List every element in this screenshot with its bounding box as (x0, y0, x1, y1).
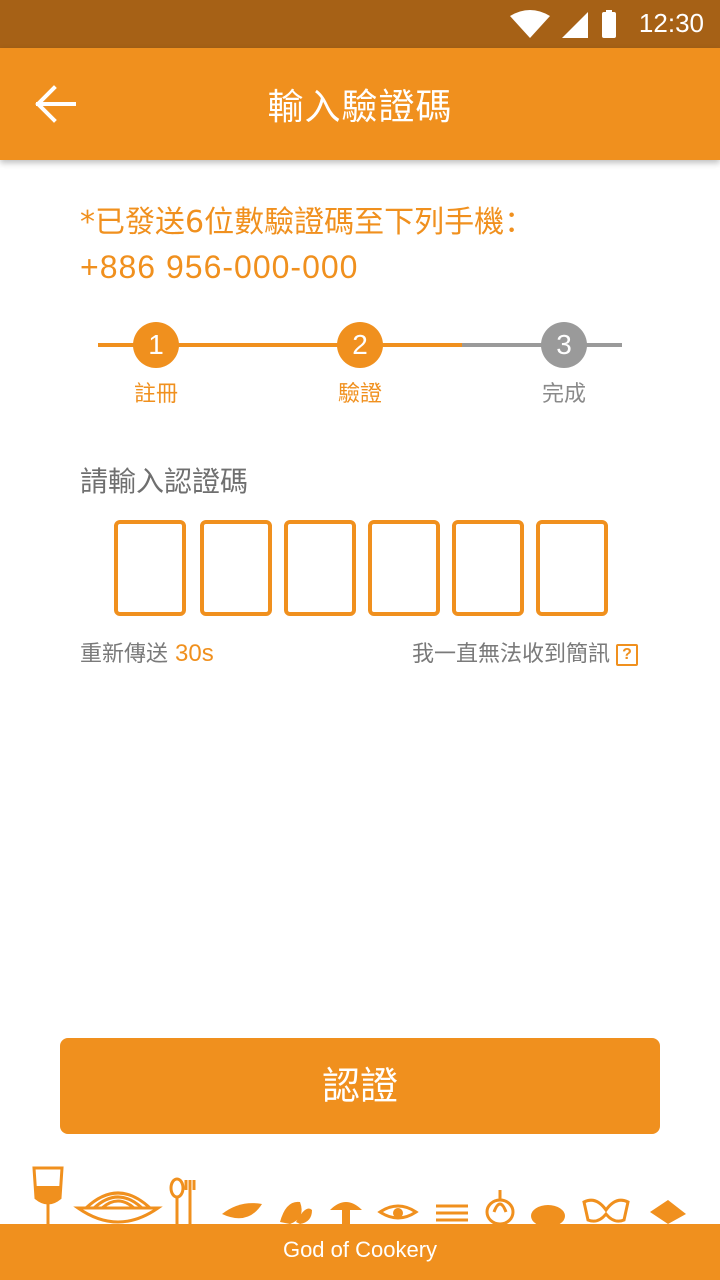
bow-pasta-icon (582, 1198, 630, 1223)
status-time: 12:30 (638, 8, 704, 38)
progress-stepper: 1 2 3 註冊 驗證 完成 (0, 318, 720, 418)
step-2-circle: 2 (337, 322, 383, 368)
step-1-circle: 1 (133, 322, 179, 368)
noodle-bowl-icon (73, 1191, 163, 1224)
verify-button[interactable]: 認證 (60, 1038, 660, 1134)
code-digit-2[interactable] (200, 520, 272, 616)
step-3-label: 完成 (541, 382, 586, 407)
app-bar: 輸入驗證碼 (0, 48, 720, 160)
spoon-fork-icon (169, 1177, 196, 1224)
sent-notice-text: *已發送6位數驗證碼至下列手機： (80, 205, 535, 240)
status-bar: 12:30 (0, 0, 720, 48)
resend-countdown: 30s (175, 640, 214, 667)
fish-icon (377, 1204, 419, 1220)
code-input-title: 請輸入認證碼 (80, 465, 249, 498)
no-sms-help-link[interactable]: 我一直無法收到簡訊? (412, 636, 638, 668)
resend-label: 重新傳送 (80, 642, 169, 667)
leaf-icon (222, 1203, 262, 1219)
phone-number: +886 956-000-000 (80, 249, 359, 285)
step-2-label: 驗證 (337, 382, 382, 407)
code-digit-3[interactable] (284, 520, 356, 616)
almond-icon (280, 1201, 312, 1224)
cheese-icon (650, 1200, 686, 1224)
wifi-icon (510, 10, 550, 38)
sardines-icon (436, 1204, 468, 1222)
food-illustration-strip (32, 1166, 686, 1226)
status-icons (510, 10, 616, 38)
footer-brand: God of Cookery (0, 1224, 720, 1280)
onion-icon (485, 1190, 515, 1226)
resend-link[interactable]: 重新傳送 30s (80, 636, 214, 668)
code-digit-1[interactable] (114, 520, 186, 616)
battery-icon (602, 12, 616, 38)
step-3-circle: 3 (541, 322, 587, 368)
sent-notice: *已發送6位數驗證碼至下列手機： +886 956-000-000 (80, 200, 660, 290)
page-title: 輸入驗證碼 (267, 87, 453, 128)
sausage-slice-icon (531, 1205, 565, 1226)
code-digit-4[interactable] (368, 520, 440, 616)
code-digit-6[interactable] (536, 520, 608, 616)
question-icon[interactable]: ? (616, 644, 638, 666)
code-digit-5[interactable] (452, 520, 524, 616)
no-sms-label: 我一直無法收到簡訊 (411, 642, 610, 667)
step-1-label: 註冊 (133, 382, 178, 407)
mushroom-icon (330, 1202, 362, 1224)
signal-icon (562, 12, 588, 38)
